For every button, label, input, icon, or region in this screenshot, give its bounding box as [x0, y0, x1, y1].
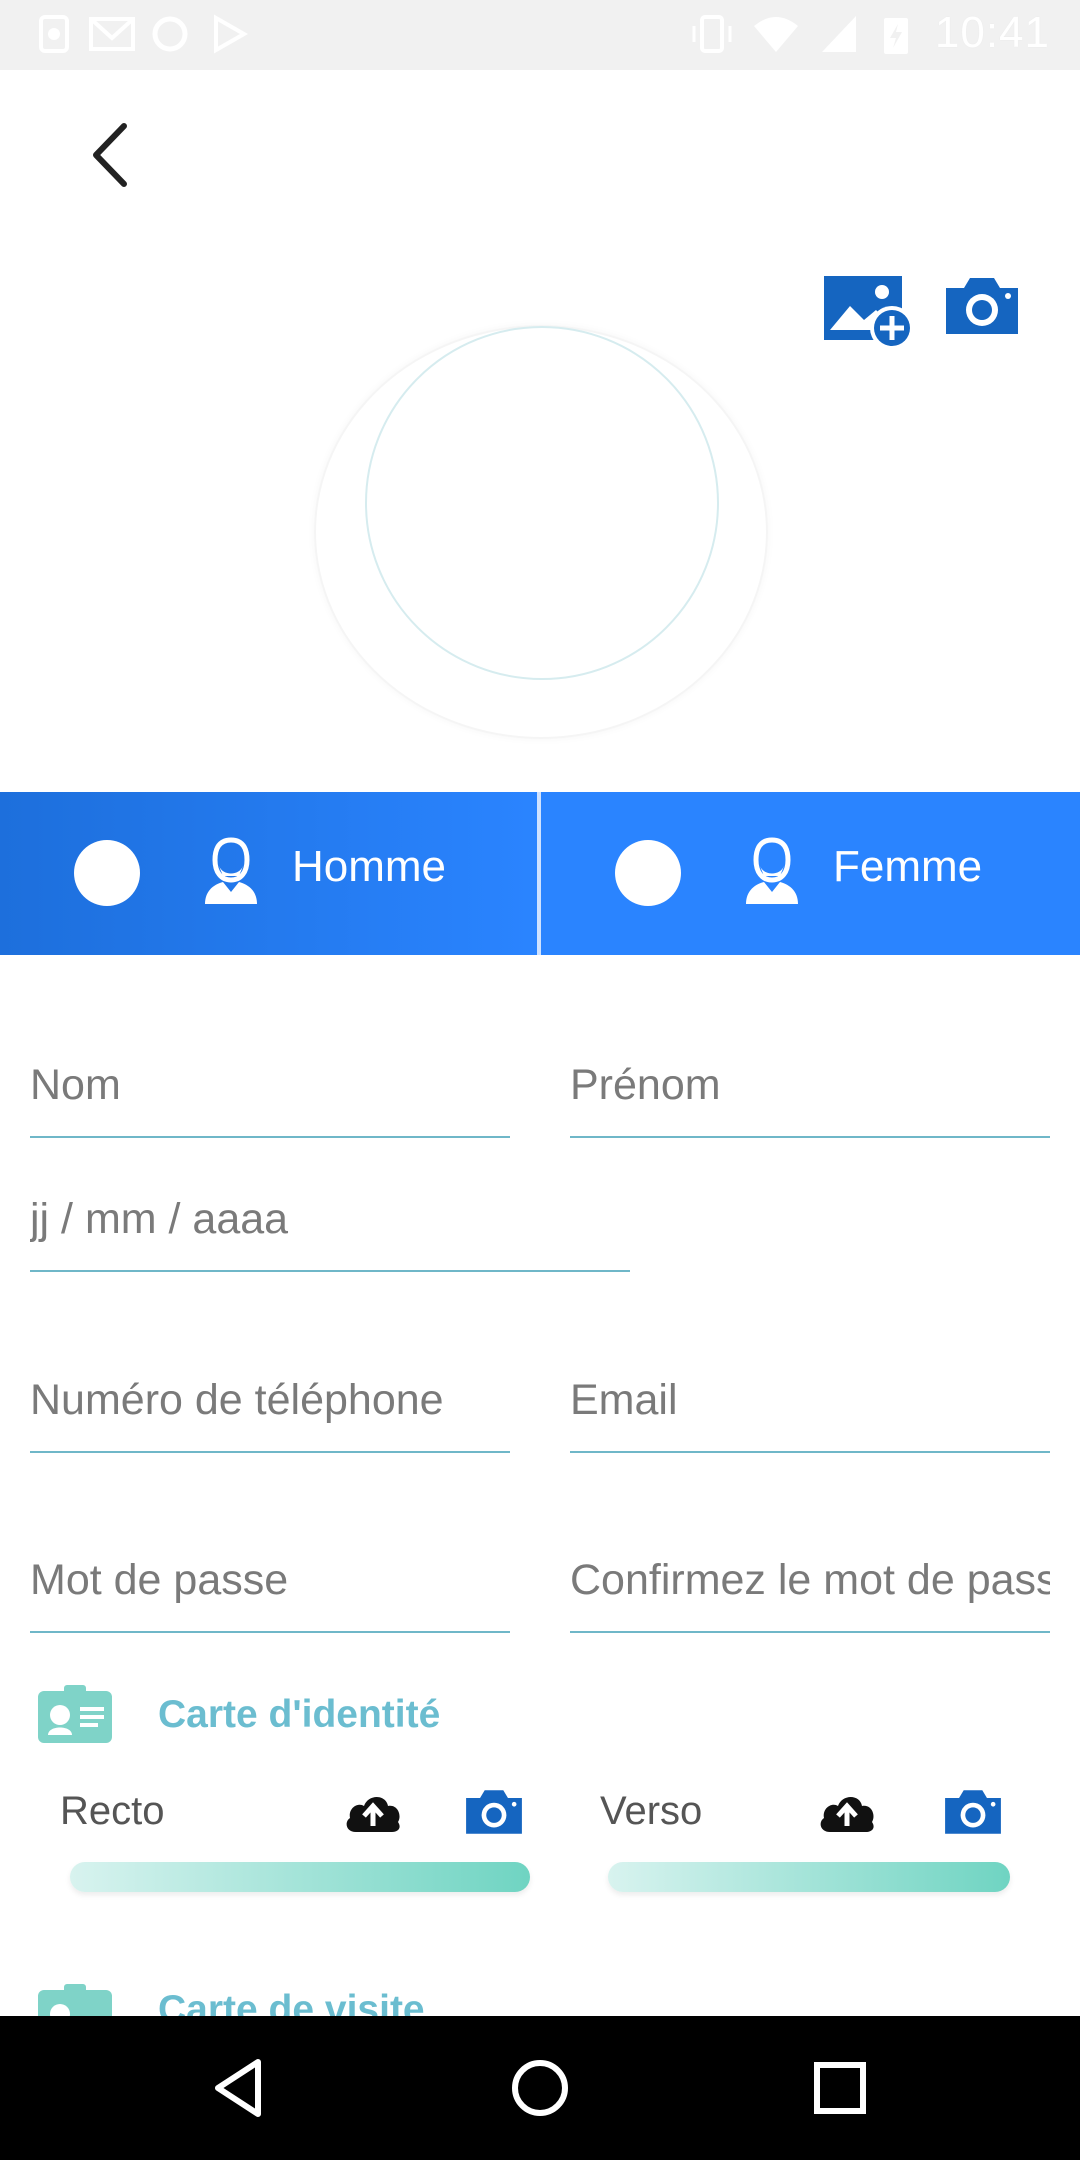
prenom-field[interactable]: Prénom	[570, 1030, 1050, 1138]
email-placeholder: Email	[570, 1376, 678, 1424]
date-placeholder: jj / mm / aaaa	[30, 1195, 289, 1243]
recto-progress-bar	[70, 1862, 530, 1892]
email-field[interactable]: Email	[570, 1345, 1050, 1453]
male-avatar-icon	[205, 837, 257, 904]
business-card-section: Carte de visite	[0, 1970, 1080, 2016]
nom-placeholder: Nom	[30, 1061, 121, 1109]
camera-recto-icon[interactable]	[463, 1786, 525, 1838]
status-bar: 10:41	[0, 0, 1080, 70]
verso-progress-bar	[608, 1862, 1010, 1892]
confirm-password-field[interactable]: Confirmez le mot de passe	[570, 1525, 1050, 1633]
password-field[interactable]: Mot de passe	[30, 1525, 510, 1633]
radio-homme[interactable]	[74, 840, 140, 906]
vibrate-icon	[692, 15, 732, 53]
phone-placeholder: Numéro de téléphone	[30, 1376, 444, 1424]
password-placeholder: Mot de passe	[30, 1556, 289, 1604]
nom-field[interactable]: Nom	[30, 1030, 510, 1138]
radio-femme[interactable]	[615, 840, 681, 906]
camera-icon	[946, 278, 1018, 334]
date-field[interactable]: jj / mm / aaaa	[30, 1170, 630, 1272]
gender-label-homme: Homme	[292, 842, 447, 891]
upload-verso-icon[interactable]	[816, 1788, 878, 1836]
add-image-icon	[824, 276, 914, 350]
nav-back-icon[interactable]	[208, 2056, 272, 2120]
back-arrow-icon	[93, 123, 127, 187]
camera-verso-icon[interactable]	[942, 1786, 1004, 1838]
confirm-password-placeholder: Confirmez le mot de passe	[570, 1556, 1050, 1604]
recto-label: Recto	[60, 1789, 165, 1833]
business-card-title: Carte de visite	[158, 1988, 425, 2016]
nav-recents-icon[interactable]	[808, 2056, 872, 2120]
camera-button[interactable]	[942, 274, 1022, 338]
wifi-icon	[754, 17, 798, 52]
signal-icon	[822, 16, 856, 52]
navigation-bar	[0, 2016, 1080, 2160]
profile-photo[interactable]	[365, 326, 719, 680]
verso-label: Verso	[600, 1789, 703, 1833]
battery-icon	[884, 18, 908, 54]
gender-option-homme[interactable]: Homme	[0, 792, 537, 955]
phone-field[interactable]: Numéro de téléphone	[30, 1345, 510, 1453]
prenom-placeholder: Prénom	[570, 1061, 721, 1109]
gender-label-femme: Femme	[833, 842, 983, 891]
gmail-icon	[89, 17, 135, 51]
status-time: 10:41	[934, 8, 1050, 57]
id-card-icon	[38, 1685, 112, 1743]
whatsapp-icon	[39, 15, 69, 53]
upload-recto-icon[interactable]	[342, 1788, 404, 1836]
business-card-icon	[38, 1984, 112, 2016]
id-card-title: Carte d'identité	[158, 1693, 441, 1736]
gender-option-femme[interactable]: Femme	[541, 792, 1080, 955]
add-image-button[interactable]	[822, 272, 918, 352]
nav-home-icon[interactable]	[508, 2056, 572, 2120]
back-button[interactable]	[70, 110, 150, 200]
circle-app-icon	[152, 16, 188, 52]
play-store-icon	[214, 14, 249, 54]
female-avatar-icon	[746, 837, 798, 904]
gender-selector: Homme Femme	[0, 792, 1080, 955]
